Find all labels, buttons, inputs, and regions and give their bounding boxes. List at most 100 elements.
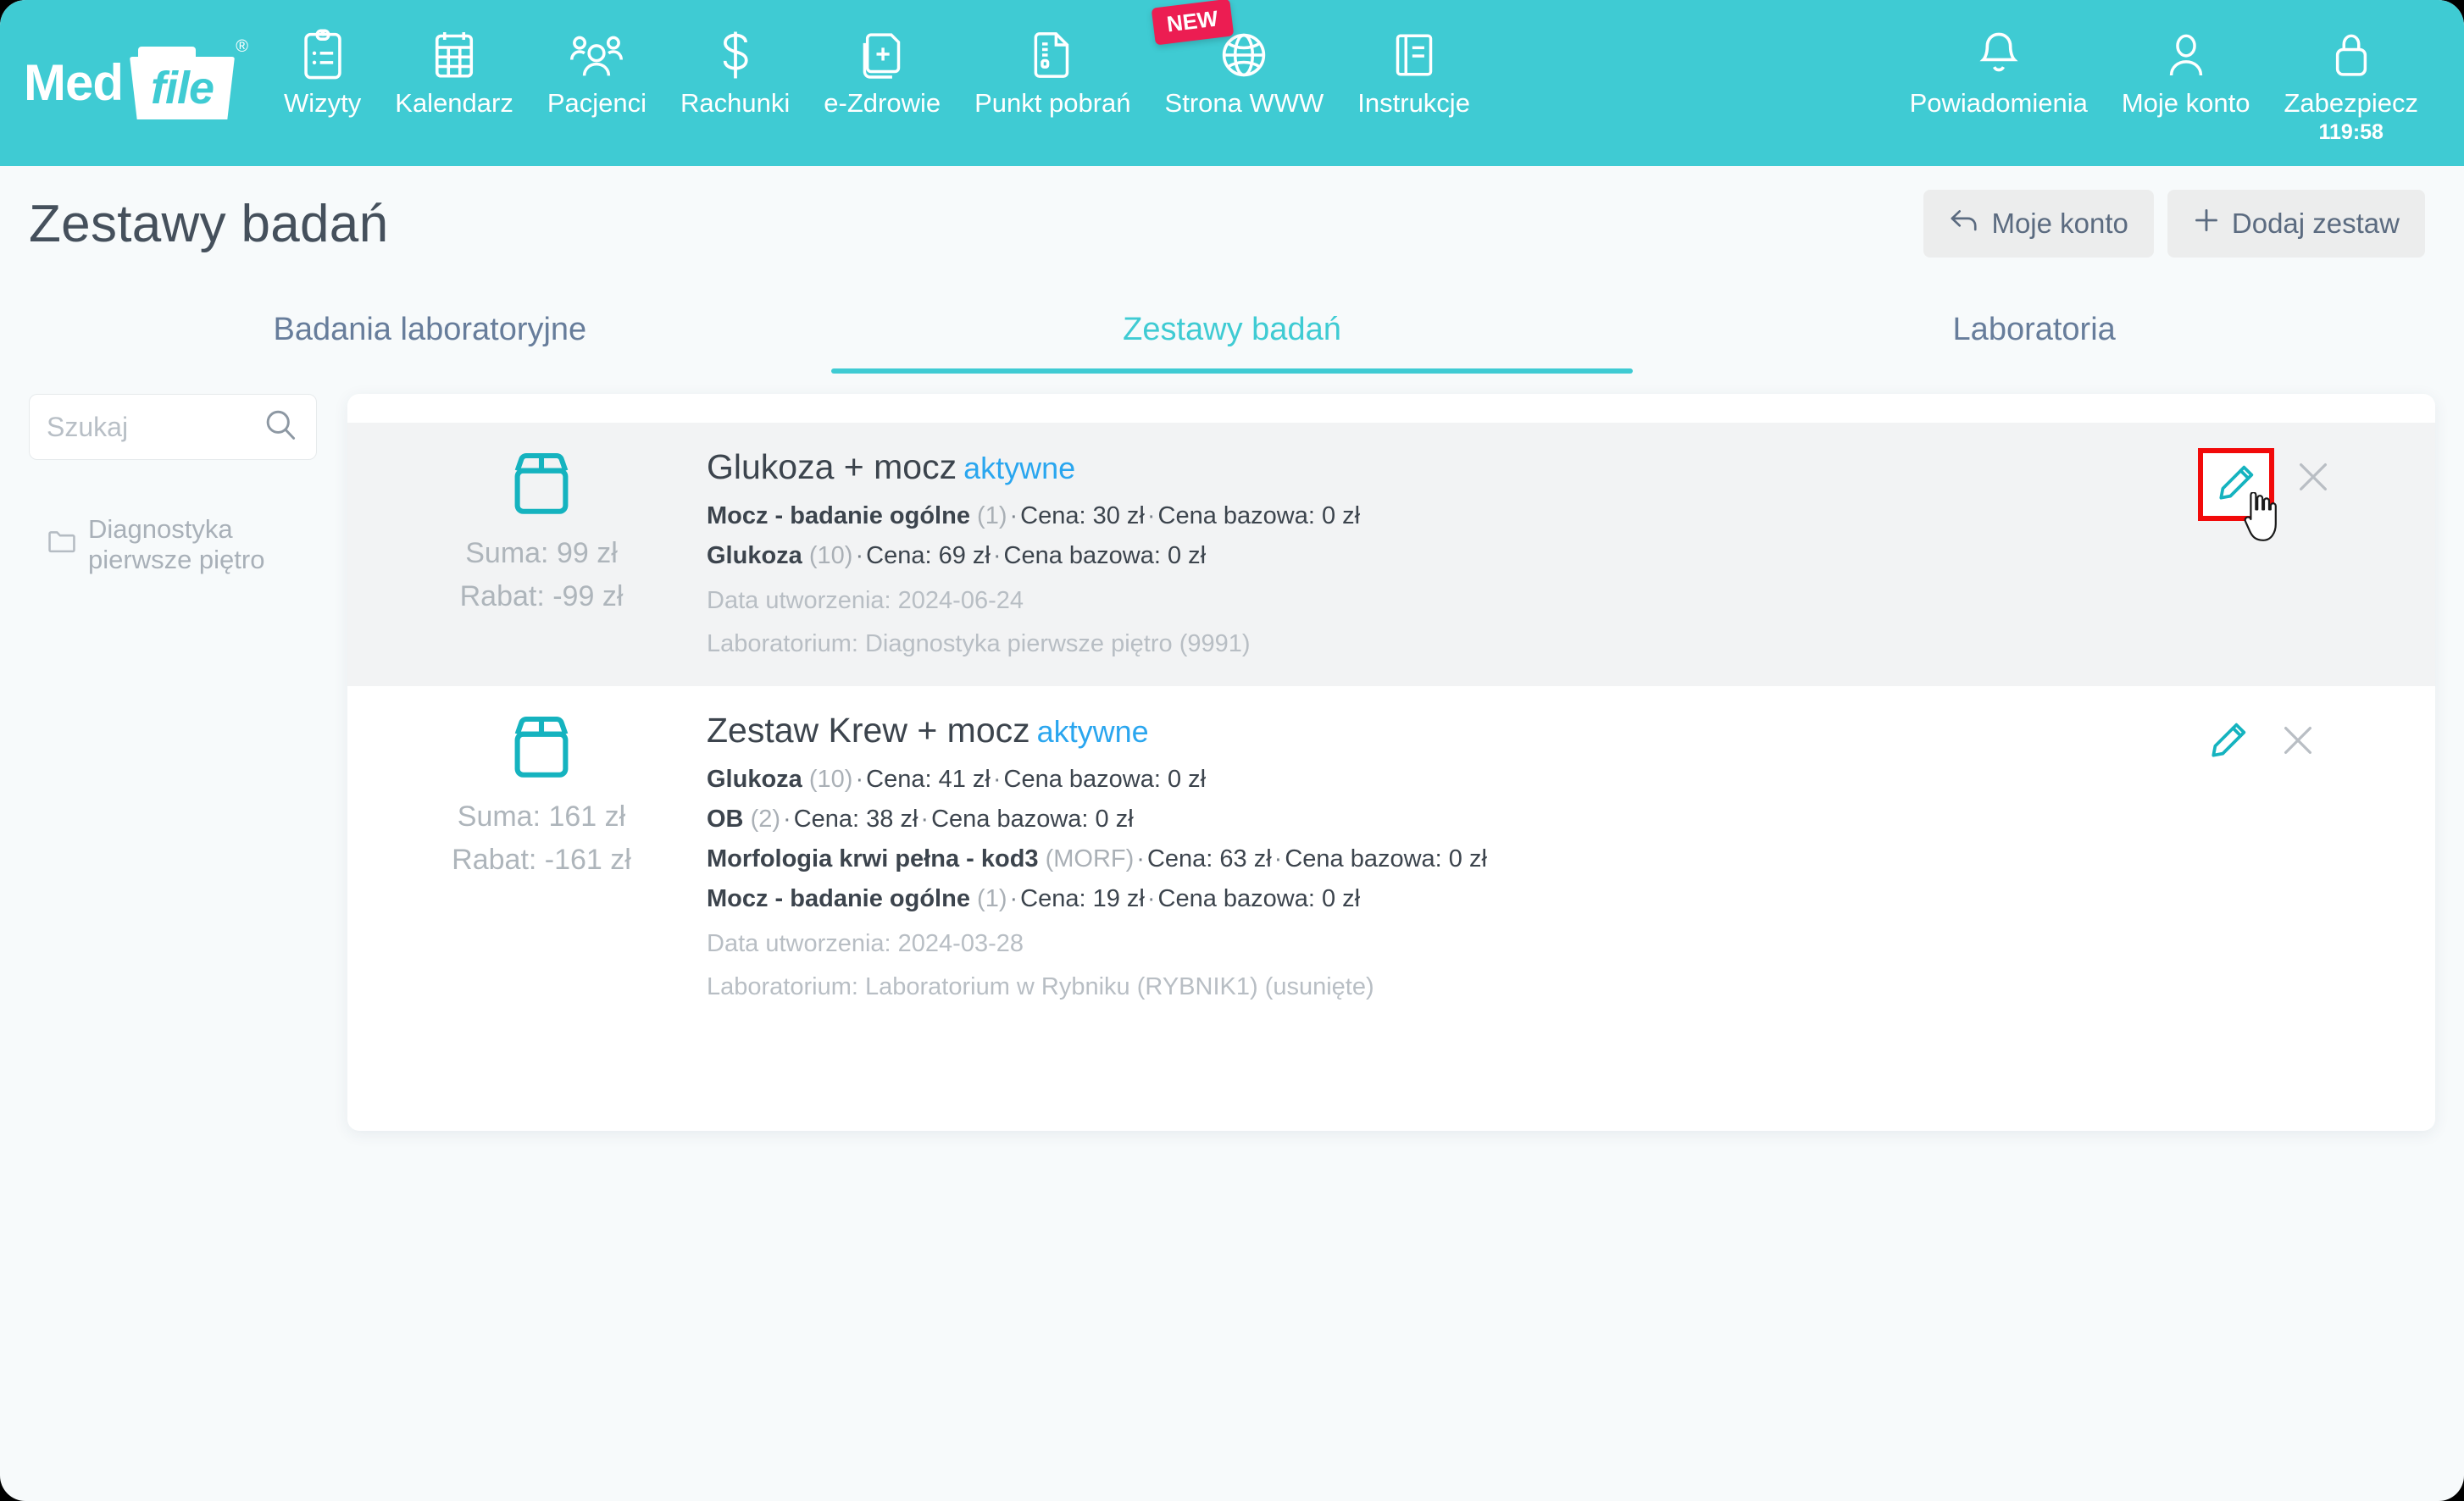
test-name: Morfologia krwi pełna - kod3 [707,845,1039,873]
session-timer: 119:58 [2318,119,2384,144]
test-code: (MORF) [1045,845,1135,873]
nav-item-rachunki[interactable]: Rachunki [663,0,807,119]
nav-item-e-zdrowie[interactable]: e-Zdrowie [807,0,957,119]
set-rabat: Rabat: -161 zł [452,844,631,877]
nav-label: Pacjenci [547,88,647,118]
test-price: Cena: 19 zł [1020,885,1145,913]
delete-set-button[interactable] [2288,453,2339,504]
table-row[interactable]: Suma: 99 zł Rabat: -99 zł Glukoza + mocz… [347,423,2435,687]
nav-item-moje-konto[interactable]: Moje konto [2105,0,2267,119]
nav-secondary-items: Powiadomienia Moje konto Zabezpiecz 119:… [1893,0,2435,166]
set-created-date: Data utworzenia: 2024-03-28 [707,930,1024,958]
sidebar: Diagnostyka pierwsze piętro [29,394,317,582]
nav-label: Rachunki [680,88,791,118]
document-icon [1032,29,1073,81]
test-price: Cena: 69 zł [866,542,991,570]
nav-item-powiadomienia[interactable]: Powiadomienia [1893,0,2105,119]
test-name: OB [707,806,744,834]
set-details: Zestaw Krew + mocz aktywne Glukoza (10) · C… [707,708,2203,1007]
nav-label: e-Zdrowie [824,88,941,118]
nav-item-instrukcje[interactable]: Instrukcje [1340,0,1487,119]
page-title: Zestawy badań [29,194,389,253]
pencil-icon [2207,719,2250,766]
test-code: (10) [808,542,853,570]
globe-icon [1219,29,1268,81]
moje-konto-button-label: Moje konto [1991,208,2128,239]
clipboard-icon [300,29,346,81]
list-item: Mocz - badanie ogólne (1) · Cena: 30 zł · Ce… [707,502,1361,530]
back-arrow-icon [1949,208,1979,240]
tab-zestawy-badan[interactable]: Zestawy badań [830,296,1634,374]
header-actions: Moje konto Dodaj zestaw [1923,190,2425,258]
set-rabat: Rabat: -99 zł [459,580,624,612]
test-price: Cena: 30 zł [1020,502,1145,530]
package-box-icon [509,712,574,787]
nav-label: Kalendarz [395,88,513,118]
set-title-row: Zestaw Krew + mocz aktywne [707,710,2203,751]
test-name: Glukoza [707,766,802,794]
row-actions [2203,708,2406,767]
set-title: Glukoza + mocz [707,447,957,486]
test-base-price: Cena bazowa: 0 zł [931,806,1134,834]
delete-set-button[interactable] [2273,717,2323,767]
edit-set-button[interactable] [2203,717,2254,767]
test-base-price: Cena bazowa: 0 zł [1285,845,1487,873]
search-icon[interactable] [262,407,299,448]
edit-set-button[interactable] [2198,448,2274,521]
table-row[interactable]: Suma: 161 zł Rabat: -161 zł Zestaw Krew … [347,686,2435,1029]
brand-logo[interactable]: Med file ® [24,0,253,166]
test-name: Mocz - badanie ogólne [707,885,970,913]
nav-item-pacjenci[interactable]: Pacjenci [530,0,663,119]
content-area: Diagnostyka pierwsze piętro Sum [0,374,2464,1132]
set-summary: Suma: 161 zł Rabat: -161 zł [376,708,707,882]
test-code: (1) [977,885,1007,913]
plus-icon [2193,207,2220,241]
list-item: Morfologia krwi pełna - kod3 (MORF) · Cena… [707,845,1487,873]
dodaj-zestaw-button-label: Dodaj zestaw [2231,208,2400,239]
nav-label: Moje konto [2121,88,2250,118]
sidebar-item-label: Diagnostyka pierwsze piętro [88,514,265,574]
dodaj-zestaw-button[interactable]: Dodaj zestaw [2167,190,2425,258]
test-base-price: Cena bazowa: 0 zł [1157,502,1361,530]
folder-logo-icon: file [130,47,235,119]
registered-trademark-icon: ® [236,37,248,56]
nav-item-strona-www[interactable]: NEW Strona WWW [1148,0,1341,119]
page-header: Zestawy badań Moje konto Dodaj zestaw [0,166,2464,266]
tab-badania-laboratoryjne[interactable]: Badania laboratoryjne [29,296,831,374]
nav-label: Wizyty [284,88,362,118]
sidebar-item-diagnostyka[interactable]: Diagnostyka pierwsze piętro [29,507,317,582]
nav-label: Powiadomienia [1909,88,2088,118]
package-box-icon [509,448,574,523]
tab-laboratoria[interactable]: Laboratoria [1633,296,2435,374]
list-item: OB (2) · Cena: 38 zł · Cena bazowa: 0 zł [707,806,1134,834]
brand-text-med: Med [24,54,124,111]
test-price: Cena: 38 zł [793,806,918,834]
nav-item-kalendarz[interactable]: Kalendarz [378,0,530,119]
test-price: Cena: 63 zł [1146,845,1272,873]
list-item: Glukoza (10) · Cena: 41 zł · Cena bazowa: 0 … [707,766,1207,794]
sets-panel: Suma: 99 zł Rabat: -99 zł Glukoza + mocz… [347,394,2435,1132]
test-base-price: Cena bazowa: 0 zł [1003,766,1207,794]
nav-label: Strona WWW [1164,88,1324,118]
nav-item-wizyty[interactable]: Wizyty [267,0,378,119]
row-actions [2198,445,2406,541]
moje-konto-button[interactable]: Moje konto [1923,190,2154,258]
search-box[interactable] [29,394,317,460]
search-input[interactable] [47,411,262,443]
test-base-price: Cena bazowa: 0 zł [1003,542,1207,570]
test-code: (2) [750,806,781,834]
medical-file-icon [860,29,904,81]
folder-list: Diagnostyka pierwsze piętro [29,507,317,582]
calendar-icon [431,29,477,81]
test-code: (1) [977,502,1007,530]
nav-primary-items: Wizyty Kalendarz Pacjenci Rachunki e-Zdr… [253,0,1893,166]
test-name: Glukoza [707,542,802,570]
nav-item-zabezpiecz[interactable]: Zabezpiecz 119:58 [2267,0,2435,145]
people-icon [570,29,624,81]
list-item: Glukoza (10) · Cena: 69 zł · Cena bazowa: 0 … [707,542,1207,570]
test-price: Cena: 41 zł [866,766,991,794]
test-code: (10) [808,766,853,794]
top-navigation-bar: Med file ® Wizyty Kalendarz Pacjenci Rac… [0,0,2464,166]
nav-item-punkt-pobran[interactable]: Punkt pobrań [957,0,1147,119]
list-item: Mocz - badanie ogólne (1) · Cena: 19 zł · Ce… [707,885,1361,913]
